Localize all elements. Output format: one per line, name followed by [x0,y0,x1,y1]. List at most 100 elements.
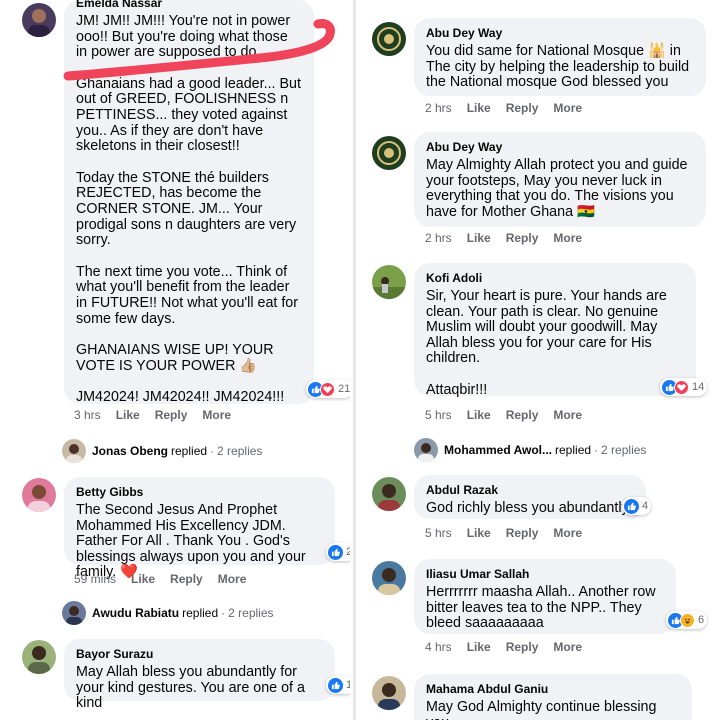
comment-bubble: Bayor Surazu May Allah bless you abundan… [64,639,335,711]
reaction-count-value: 21 [338,383,350,395]
haha-reaction-icon [680,612,695,628]
comment-author[interactable]: Abu Dey Way [426,26,694,41]
comment-author[interactable]: Iliasu Umar Sallah [426,567,664,582]
reaction-count[interactable]: 6 [666,611,708,629]
timestamp[interactable]: 5 hrs [425,408,452,422]
replied-label: replied [555,443,592,457]
comment-author[interactable]: Kofi Adoli [426,271,684,286]
comment-text: Herrrrrrr maasha Allah.. Another row bit… [426,584,660,632]
like-button[interactable]: Like [467,231,491,245]
avatar[interactable] [22,478,56,512]
comment-bubble: Abdul Razak God richly bless you abundan… [414,475,646,519]
reply-button[interactable]: Reply [506,408,539,422]
comment-bubble: Abu Dey Way May Almighty Allah protect y… [414,132,706,227]
timestamp[interactable]: 4 hrs [425,640,452,654]
comment-text: May Allah bless you abundantly for your … [76,664,309,712]
timestamp[interactable]: 2 hrs [425,231,452,245]
comment-actions: 2 hrs Like Reply More [425,101,597,115]
more-button[interactable]: More [553,526,582,540]
reaction-count[interactable]: 2 [326,543,350,561]
reaction-count[interactable]: 14 [660,378,708,396]
more-button[interactable]: More [553,101,582,115]
comment-author[interactable]: Mahama Abdul Ganiu [426,682,680,697]
reply-button[interactable]: Reply [506,640,539,654]
reply-button[interactable]: Reply [155,408,188,422]
comment-text: May God Almighty continue blessing you [426,699,657,720]
view-replies-link[interactable]: Jonas Obeng replied · 2 replies [62,439,262,463]
reply-button[interactable]: Reply [506,526,539,540]
comment-bubble: Betty Gibbs The Second Jesus And Prophet… [64,477,335,580]
reply-count: 2 replies [228,606,274,620]
reply-count: 2 replies [601,443,647,457]
reply-button[interactable]: Reply [506,101,539,115]
timestamp[interactable]: 2 hrs [425,101,452,115]
comment-text: The Second Jesus And Prophet Mohammed Hi… [76,502,310,581]
like-button[interactable]: Like [467,640,491,654]
red-marker-scribble [63,19,335,81]
avatar[interactable] [372,136,406,170]
love-reaction-icon [674,379,689,395]
avatar[interactable] [22,640,56,674]
comment-text: You did same for National Mosque 🕌 in Th… [426,43,694,91]
avatar[interactable] [372,676,406,710]
comment-author[interactable]: Betty Gibbs [76,485,323,500]
more-button[interactable]: More [553,231,582,245]
more-button[interactable]: More [218,572,247,586]
like-reaction-icon [328,677,343,693]
reply-count: 2 replies [217,444,263,458]
comment-text: Attaqbir!!! [426,381,488,398]
comment-text: GHANAIANS WISE UP! YOUR VOTE IS YOUR POW… [76,342,278,374]
reaction-count-value: 14 [692,381,705,393]
more-button[interactable]: More [553,408,582,422]
reaction-count[interactable]: 1 [326,676,350,694]
comment-text: God richly bless you abundantly [426,500,629,516]
reaction-count-value: 4 [642,500,649,512]
avatar[interactable] [372,22,406,56]
avatar[interactable] [22,3,56,37]
view-replies-link[interactable]: Mohammed Awol... replied · 2 replies [414,438,646,462]
reaction-count[interactable]: 21 [306,380,350,398]
more-button[interactable]: More [202,408,231,422]
comment-actions: 2 hrs Like Reply More [425,231,597,245]
comment-bubble: Mahama Abdul Ganiu May God Almighty cont… [414,674,692,720]
comment-author[interactable]: Abu Dey Way [426,140,694,155]
like-reaction-icon [328,544,343,560]
reply-button[interactable]: Reply [170,572,203,586]
timestamp[interactable]: 59 mins [74,572,116,586]
avatar[interactable] [372,265,406,299]
comment-text: The next time you vote... Think of what … [76,263,303,327]
reaction-count[interactable]: 4 [622,497,652,515]
reply-author: Jonas Obeng [92,444,169,458]
like-button[interactable]: Like [467,101,491,115]
reaction-count-value: 1 [346,679,350,691]
avatar[interactable] [372,561,406,595]
reply-button[interactable]: Reply [506,231,539,245]
comment-text: JM42024! JM42024!! JM42024!!! [76,389,285,406]
comment-author[interactable]: Bayor Surazu [76,647,323,662]
like-button[interactable]: Like [467,526,491,540]
comment-author[interactable]: Emelda Nassar [76,0,302,11]
avatar[interactable] [372,477,406,511]
comment-actions: 3 hrs Like Reply More [74,408,246,422]
comment-author[interactable]: Abdul Razak [426,483,634,498]
like-button[interactable]: Like [131,572,155,586]
timestamp[interactable]: 5 hrs [425,526,452,540]
replied-label: replied [182,606,219,620]
comment-bubble: Abu Dey Way You did same for National Mo… [414,18,706,96]
comment-bubble: Iliasu Umar Sallah Herrrrrrr maasha Alla… [414,559,676,634]
avatar [414,438,438,462]
like-button[interactable]: Like [116,408,140,422]
view-replies-link[interactable]: Awudu Rabiatu replied · 2 replies [62,601,274,625]
timestamp[interactable]: 3 hrs [74,408,101,422]
comment-actions: 5 hrs Like Reply More [425,408,597,422]
reply-author: Awudu Rabiatu [92,606,180,620]
comment-actions: 4 hrs Like Reply More [425,640,597,654]
comment-bubble: Kofi Adoli Sir, Your heart is pure. Your… [414,263,696,398]
comment-text: Ghanaians had a good leader... But out o… [76,75,305,155]
like-button[interactable]: Like [467,408,491,422]
more-button[interactable]: More [553,640,582,654]
avatar [62,601,86,625]
reaction-count-value: 2 [346,546,350,558]
like-reaction-icon [624,498,639,514]
reaction-count-value: 6 [698,614,705,626]
